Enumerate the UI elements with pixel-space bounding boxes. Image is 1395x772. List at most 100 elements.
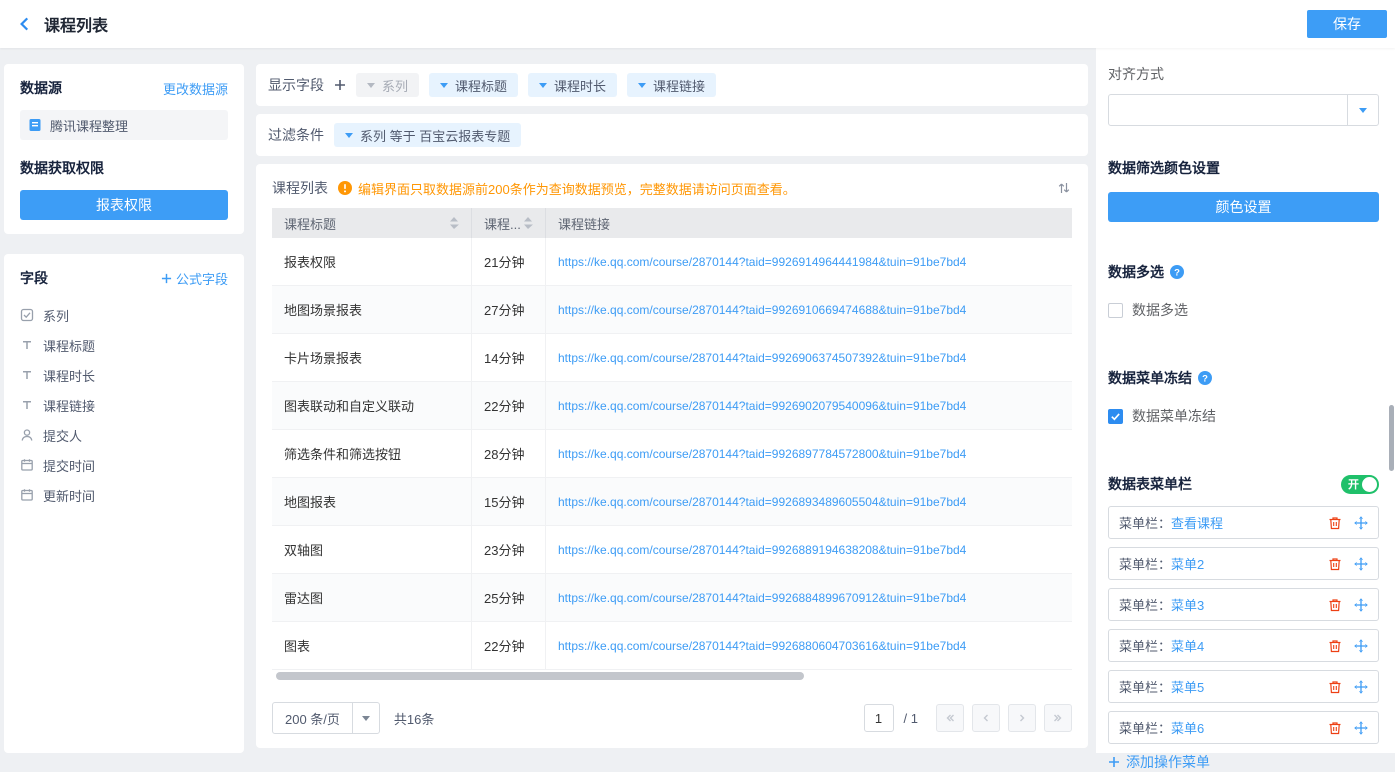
page-size-select[interactable]: 200 条/页 bbox=[272, 702, 380, 734]
delete-menu-button[interactable] bbox=[1328, 639, 1342, 653]
menu-freeze-checkbox-row[interactable]: 数据菜单冻结 bbox=[1108, 406, 1379, 426]
checkbox-checked[interactable] bbox=[1108, 409, 1123, 424]
change-datasource-link[interactable]: 更改数据源 bbox=[163, 79, 228, 98]
back-button[interactable] bbox=[16, 15, 34, 33]
select-arrow[interactable] bbox=[1347, 95, 1378, 125]
sort-icon[interactable] bbox=[449, 217, 459, 229]
save-button[interactable]: 保存 bbox=[1307, 10, 1387, 38]
calendar-icon bbox=[20, 458, 34, 472]
field-item-course-duration[interactable]: 课程时长 bbox=[20, 360, 228, 390]
menu-item-name[interactable]: 菜单3 bbox=[1171, 595, 1204, 614]
cell-title: 图表联动和自定义联动 bbox=[272, 382, 472, 429]
datasource-item[interactable]: 腾讯课程整理 bbox=[20, 110, 228, 140]
field-item-submit-time[interactable]: 提交时间 bbox=[20, 450, 228, 480]
field-chip-course-title[interactable]: 课程标题 bbox=[429, 73, 518, 97]
preview-notice: 编辑界面只取数据源前200条作为查询数据预览，完整数据请访问页面查看。 bbox=[338, 179, 796, 198]
move-menu-button[interactable] bbox=[1354, 598, 1368, 612]
field-item-update-time[interactable]: 更新时间 bbox=[20, 480, 228, 510]
calendar-icon bbox=[20, 488, 34, 502]
trash-icon bbox=[1328, 680, 1342, 694]
help-icon[interactable]: ? bbox=[1198, 371, 1212, 385]
next-page-button[interactable] bbox=[1008, 704, 1036, 732]
delete-menu-button[interactable] bbox=[1328, 680, 1342, 694]
vertical-scrollbar[interactable] bbox=[1389, 405, 1394, 471]
cell-duration: 15分钟 bbox=[472, 478, 546, 525]
menu-list: 菜单栏：查看课程 菜单栏：菜单2 菜单栏：菜单3 菜单栏：菜单4 bbox=[1108, 506, 1379, 744]
plus-icon bbox=[1108, 756, 1120, 768]
menu-item-name[interactable]: 菜单6 bbox=[1171, 718, 1204, 737]
delete-menu-button[interactable] bbox=[1328, 516, 1342, 530]
move-menu-button[interactable] bbox=[1354, 639, 1368, 653]
move-menu-button[interactable] bbox=[1354, 516, 1368, 530]
horizontal-scrollbar[interactable] bbox=[272, 672, 1072, 680]
chevron-left-icon bbox=[979, 711, 993, 725]
move-icon bbox=[1354, 557, 1368, 571]
move-menu-button[interactable] bbox=[1354, 721, 1368, 735]
column-header-title[interactable]: 课程标题 bbox=[272, 208, 472, 238]
align-select[interactable] bbox=[1108, 94, 1379, 126]
data-table: 课程标题 课程... 课程链接 报表权限 21分钟 https://ke.qq.… bbox=[272, 208, 1072, 670]
cell-duration: 21分钟 bbox=[472, 238, 546, 285]
menu-item-name[interactable]: 菜单4 bbox=[1171, 636, 1204, 655]
field-chip-course-duration[interactable]: 课程时长 bbox=[528, 73, 617, 97]
cell-link[interactable]: https://ke.qq.com/course/2870144?taid=99… bbox=[546, 430, 1072, 477]
datasource-card: 数据源 更改数据源 腾讯课程整理 数据获取权限 报表权限 bbox=[4, 64, 244, 234]
cell-link[interactable]: https://ke.qq.com/course/2870144?taid=99… bbox=[546, 334, 1072, 381]
field-item-course-link[interactable]: 课程链接 bbox=[20, 390, 228, 420]
field-chip-course-link[interactable]: 课程链接 bbox=[627, 73, 716, 97]
move-menu-button[interactable] bbox=[1354, 557, 1368, 571]
cell-link[interactable]: https://ke.qq.com/course/2870144?taid=99… bbox=[546, 238, 1072, 285]
menubar-title-row: 数据表菜单栏 开 bbox=[1108, 474, 1379, 494]
plus-icon bbox=[334, 79, 346, 91]
cell-link[interactable]: https://ke.qq.com/course/2870144?taid=99… bbox=[546, 574, 1072, 621]
menu-freeze-title: 数据菜单冻结 ? bbox=[1108, 368, 1379, 388]
sort-icon[interactable] bbox=[523, 217, 533, 229]
multi-select-checkbox-row[interactable]: 数据多选 bbox=[1108, 300, 1379, 320]
add-display-field-button[interactable] bbox=[334, 79, 346, 91]
field-list: 系列 课程标题 课程时长 课程链接 提交人 提交时间 bbox=[20, 300, 228, 510]
report-permission-button[interactable]: 报表权限 bbox=[20, 190, 228, 220]
cell-link[interactable]: https://ke.qq.com/course/2870144?taid=99… bbox=[546, 622, 1072, 669]
delete-menu-button[interactable] bbox=[1328, 721, 1342, 735]
field-item-submitter[interactable]: 提交人 bbox=[20, 420, 228, 450]
cell-title: 雷达图 bbox=[272, 574, 472, 621]
cell-link[interactable]: https://ke.qq.com/course/2870144?taid=99… bbox=[546, 478, 1072, 525]
select-arrow[interactable] bbox=[352, 703, 379, 733]
trash-icon bbox=[1328, 721, 1342, 735]
filter-condition-chip[interactable]: 系列 等于 百宝云报表专题 bbox=[334, 123, 521, 147]
menu-item-name[interactable]: 查看课程 bbox=[1171, 513, 1223, 532]
field-chip-series[interactable]: 系列 bbox=[356, 73, 419, 97]
menu-item-name[interactable]: 菜单5 bbox=[1171, 677, 1204, 696]
field-item-course-title[interactable]: 课程标题 bbox=[20, 330, 228, 360]
warning-icon bbox=[338, 181, 352, 195]
menu-item-name[interactable]: 菜单2 bbox=[1171, 554, 1204, 573]
cell-duration: 23分钟 bbox=[472, 526, 546, 573]
align-label: 对齐方式 bbox=[1108, 64, 1379, 84]
cell-link[interactable]: https://ke.qq.com/course/2870144?taid=99… bbox=[546, 526, 1072, 573]
prev-page-button[interactable] bbox=[972, 704, 1000, 732]
help-icon[interactable]: ? bbox=[1170, 265, 1184, 279]
checkbox-unchecked[interactable] bbox=[1108, 303, 1123, 318]
table-body: 报表权限 21分钟 https://ke.qq.com/course/28701… bbox=[272, 238, 1072, 670]
add-operation-menu-link[interactable]: 添加操作菜单 bbox=[1108, 752, 1379, 772]
delete-menu-button[interactable] bbox=[1328, 598, 1342, 612]
move-menu-button[interactable] bbox=[1354, 680, 1368, 694]
menubar-toggle[interactable]: 开 bbox=[1341, 475, 1379, 494]
row-sort-toggle[interactable] bbox=[1056, 180, 1072, 196]
first-page-button[interactable] bbox=[936, 704, 964, 732]
cell-link[interactable]: https://ke.qq.com/course/2870144?taid=99… bbox=[546, 382, 1072, 429]
delete-menu-button[interactable] bbox=[1328, 557, 1342, 571]
field-item-series[interactable]: 系列 bbox=[20, 300, 228, 330]
document-icon bbox=[28, 118, 42, 132]
cell-link[interactable]: https://ke.qq.com/course/2870144?taid=99… bbox=[546, 286, 1072, 333]
svg-text:?: ? bbox=[1202, 373, 1208, 384]
formula-field-link[interactable]: 公式字段 bbox=[161, 269, 228, 288]
column-header-duration[interactable]: 课程... bbox=[472, 208, 546, 238]
scrollbar-thumb[interactable] bbox=[276, 672, 804, 680]
menu-item-row: 菜单栏：菜单5 bbox=[1108, 670, 1379, 703]
filter-label: 过滤条件 bbox=[268, 125, 324, 145]
table-row: 卡片场景报表 14分钟 https://ke.qq.com/course/287… bbox=[272, 334, 1072, 382]
page-input[interactable]: 1 bbox=[864, 704, 894, 732]
last-page-button[interactable] bbox=[1044, 704, 1072, 732]
color-settings-button[interactable]: 颜色设置 bbox=[1108, 192, 1379, 222]
